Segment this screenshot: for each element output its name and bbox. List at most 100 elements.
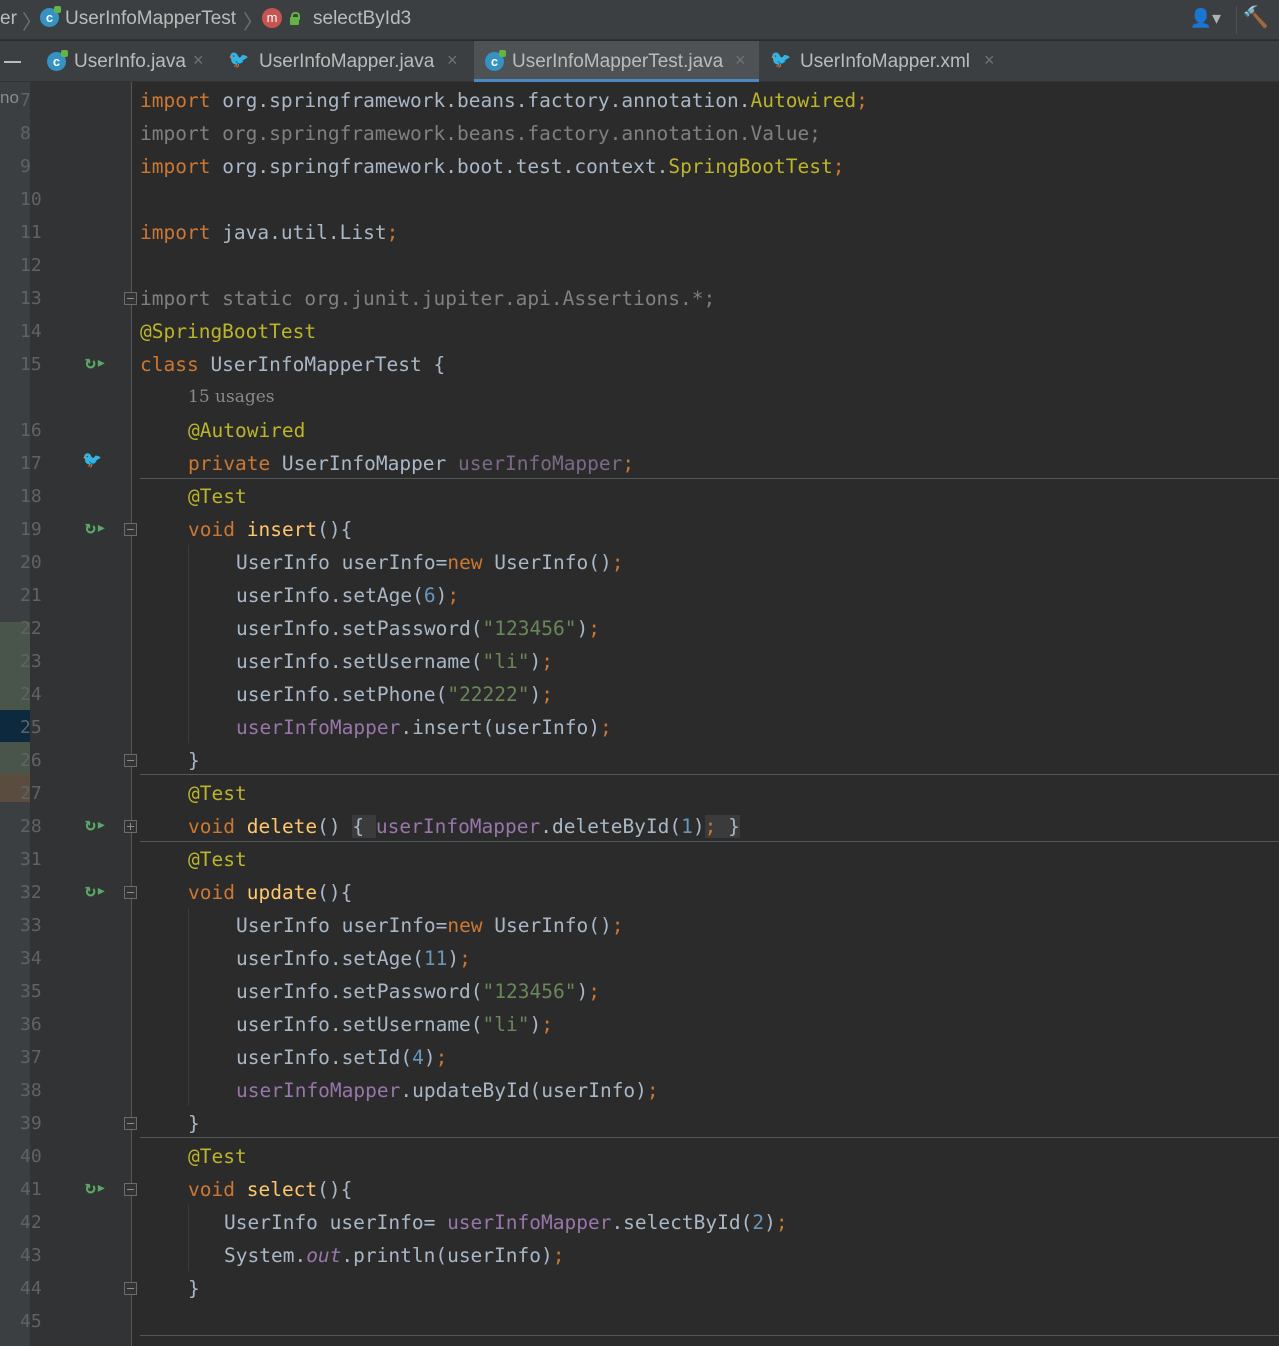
line-number[interactable]: 17	[20, 453, 72, 474]
code-line[interactable]: UserInfo userInfo=new UserInfo();	[236, 909, 623, 942]
code-line[interactable]: import org.springframework.beans.factory…	[140, 84, 868, 117]
folded-region[interactable]: {	[352, 815, 376, 838]
code-line[interactable]: @Test	[188, 843, 247, 876]
line-number[interactable]: 33	[20, 915, 72, 936]
code-line[interactable]: userInfoMapper.updateById(userInfo);	[236, 1074, 659, 1107]
line-number[interactable]: 11	[20, 222, 72, 243]
tab-userinfomapper-xml[interactable]: 🐦 UserInfoMapper.xml ×	[762, 41, 1007, 82]
spring-bean-icon[interactable]: 🐦	[82, 450, 102, 469]
line-number[interactable]: 10	[20, 189, 72, 210]
code-line[interactable]: @Test	[188, 777, 247, 810]
line-number[interactable]: 26	[20, 750, 72, 771]
code-line[interactable]: userInfo.setPassword("123456");	[236, 612, 600, 645]
code-line[interactable]: UserInfo userInfo= userInfoMapper.select…	[224, 1206, 788, 1239]
code-line[interactable]: userInfo.setAge(11);	[236, 942, 471, 975]
code-line[interactable]: void update(){	[188, 876, 352, 909]
code-line[interactable]: }	[188, 1272, 200, 1305]
line-number[interactable]: 8	[20, 123, 72, 144]
usages-hint[interactable]: 15 usages	[188, 381, 275, 414]
line-number[interactable]: 19	[20, 519, 72, 540]
line-number[interactable]: 32	[20, 882, 72, 903]
code-line[interactable]: System.out.println(userInfo);	[224, 1239, 565, 1272]
code-line[interactable]: void select(){	[188, 1173, 352, 1206]
line-number[interactable]: 45	[20, 1311, 72, 1332]
line-number[interactable]: 15	[20, 354, 72, 375]
breadcrumb-item-class[interactable]: UserInfoMapperTest	[65, 8, 236, 30]
code-line[interactable]: userInfoMapper.insert(userInfo);	[236, 711, 612, 744]
line-number[interactable]: 20	[20, 552, 72, 573]
code-line[interactable]: userInfo.setPassword("123456");	[236, 975, 600, 1008]
close-icon[interactable]: ×	[447, 50, 458, 71]
close-icon[interactable]: ×	[735, 50, 746, 71]
fold-marker-icon[interactable]	[124, 886, 137, 899]
line-number[interactable]: 24	[20, 684, 72, 705]
expand-fold-icon[interactable]	[124, 820, 137, 833]
build-hammer-icon[interactable]: 🔨	[1243, 6, 1269, 30]
run-test-icon[interactable]: ↻▸	[85, 517, 107, 538]
line-number[interactable]: 35	[20, 981, 72, 1002]
fold-marker-icon[interactable]	[124, 754, 137, 767]
line-number[interactable]: 14	[20, 321, 72, 342]
code-line[interactable]: userInfo.setUsername("li");	[236, 1008, 553, 1041]
fold-marker-icon[interactable]	[124, 1183, 137, 1196]
line-number[interactable]: 43	[20, 1245, 72, 1266]
collapse-dash-icon[interactable]	[4, 61, 21, 63]
line-number[interactable]: 37	[20, 1047, 72, 1068]
fold-marker-icon[interactable]	[124, 523, 137, 536]
user-account-icon[interactable]: 👤▾	[1190, 8, 1221, 29]
code-line[interactable]: void insert(){	[188, 513, 352, 546]
line-number[interactable]: 36	[20, 1014, 72, 1035]
code-line[interactable]: import org.springframework.boot.test.con…	[140, 150, 844, 183]
close-icon[interactable]: ×	[193, 50, 204, 71]
code-line[interactable]: userInfo.setAge(6);	[236, 579, 459, 612]
code-line[interactable]: UserInfo userInfo=new UserInfo();	[236, 546, 623, 579]
folded-region[interactable]: }	[716, 815, 740, 838]
line-number[interactable]: 18	[20, 486, 72, 507]
line-number[interactable]: 40	[20, 1146, 72, 1167]
line-number[interactable]: 13	[20, 288, 72, 309]
code-line[interactable]: }	[188, 1107, 200, 1140]
code-line[interactable]: userInfo.setPhone("22222");	[236, 678, 553, 711]
run-test-icon[interactable]: ↻▸	[85, 1177, 107, 1198]
code-line[interactable]: @Test	[188, 480, 247, 513]
line-number[interactable]: 44	[20, 1278, 72, 1299]
line-number[interactable]: 12	[20, 255, 72, 276]
tab-userinfo-java[interactable]: c UserInfo.java ×	[38, 41, 218, 82]
run-test-icon[interactable]: ↻▸	[85, 880, 107, 901]
line-number[interactable]: 9	[20, 156, 72, 177]
code-line[interactable]: }	[188, 744, 200, 777]
line-number[interactable]: 28	[20, 816, 72, 837]
code-line[interactable]: void delete() { userInfoMapper.deleteByI…	[188, 810, 740, 843]
line-number[interactable]: 21	[20, 585, 72, 606]
tab-userinfomapper-java[interactable]: 🐦 UserInfoMapper.java ×	[222, 41, 472, 82]
code-line[interactable]: import org.springframework.beans.factory…	[140, 117, 821, 150]
code-line[interactable]: private UserInfoMapper userInfoMapper;	[188, 447, 634, 480]
fold-marker-icon[interactable]	[124, 1282, 137, 1295]
code-line[interactable]: @Autowired	[188, 414, 305, 447]
code-line[interactable]: userInfo.setId(4);	[236, 1041, 447, 1074]
close-icon[interactable]: ×	[984, 50, 995, 71]
line-number[interactable]: 41	[20, 1179, 72, 1200]
line-number[interactable]: 42	[20, 1212, 72, 1233]
fold-marker-icon[interactable]	[124, 292, 137, 305]
code-line[interactable]: @SpringBootTest	[140, 315, 316, 348]
line-number[interactable]: 22	[20, 618, 72, 639]
code-line[interactable]: import static org.junit.jupiter.api.Asse…	[140, 282, 715, 315]
line-number[interactable]: 7	[20, 90, 72, 111]
breadcrumb-item-module[interactable]: er	[0, 8, 17, 30]
line-number[interactable]: 23	[20, 651, 72, 672]
fold-marker-icon[interactable]	[124, 1117, 137, 1130]
line-number[interactable]: 27	[20, 783, 72, 804]
code-line[interactable]: @Test	[188, 1140, 247, 1173]
line-number[interactable]: 34	[20, 948, 72, 969]
code-line[interactable]: userInfo.setUsername("li");	[236, 645, 553, 678]
code-line[interactable]: class UserInfoMapperTest {	[140, 348, 445, 381]
run-test-icon[interactable]: ↻▸	[85, 814, 107, 835]
line-number[interactable]: 39	[20, 1113, 72, 1134]
code-line[interactable]: import java.util.List;	[140, 216, 398, 249]
line-number[interactable]: 31	[20, 849, 72, 870]
breadcrumb-item-method[interactable]: selectById3	[313, 8, 411, 30]
line-number[interactable]: 38	[20, 1080, 72, 1101]
line-number[interactable]: 25	[20, 717, 72, 738]
run-test-icon[interactable]: ↻▸	[85, 352, 107, 373]
